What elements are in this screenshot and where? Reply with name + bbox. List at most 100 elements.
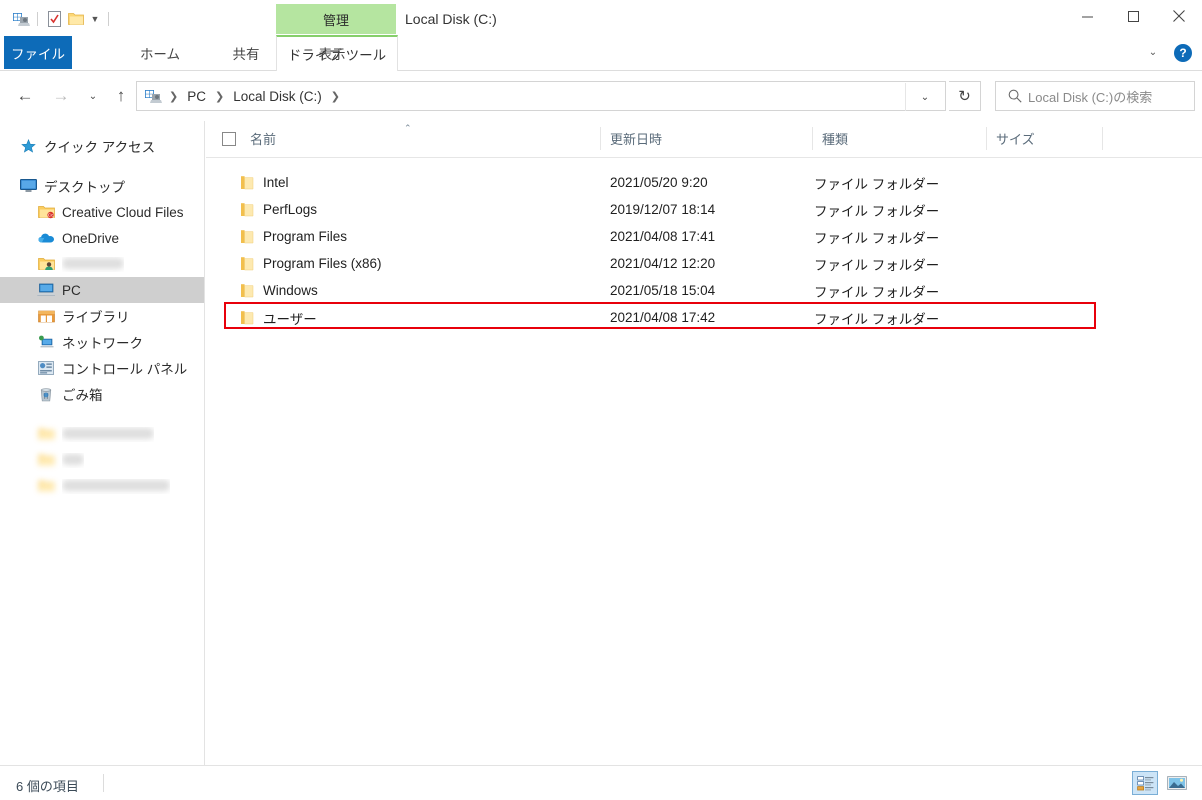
navigation-pane[interactable]: クイック アクセス デスクトップ Cc Creative Cloud Files xyxy=(0,121,205,765)
column-header-size[interactable]: サイズ xyxy=(986,121,1102,156)
select-all-checkbox[interactable] xyxy=(222,132,236,146)
sidebar-item-label xyxy=(62,257,124,272)
new-folder-icon[interactable] xyxy=(65,9,87,29)
table-row[interactable]: Intel 2021/05/20 9:20 ファイル フォルダー xyxy=(206,169,1202,196)
details-view-icon[interactable] xyxy=(1132,771,1158,795)
sidebar-item-label: コントロール パネル xyxy=(62,362,188,377)
column-header-date-modified[interactable]: 更新日時 xyxy=(600,121,812,156)
file-type-cell: ファイル フォルダー xyxy=(814,230,940,246)
folder-icon xyxy=(240,310,254,325)
pc-icon xyxy=(36,280,56,300)
sidebar-item-redacted-2[interactable] xyxy=(0,447,204,473)
file-type-cell: ファイル フォルダー xyxy=(814,176,940,192)
file-name-text: ユーザー xyxy=(263,311,317,327)
breadcrumb-local-disk[interactable]: Local Disk (C:) xyxy=(231,89,324,104)
creative-cloud-folder-icon: Cc xyxy=(36,202,56,222)
folder-icon xyxy=(240,256,254,271)
sidebar-item-control-panel[interactable]: コントロール パネル xyxy=(0,355,204,381)
table-row[interactable]: PerfLogs 2019/12/07 18:14 ファイル フォルダー xyxy=(206,196,1202,223)
forward-button[interactable]: → xyxy=(48,83,74,109)
tab-home[interactable]: ホーム xyxy=(132,36,188,69)
search-input[interactable]: Local Disk (C:)の検索 xyxy=(995,81,1195,111)
file-type-cell: ファイル フォルダー xyxy=(814,257,940,273)
properties-icon[interactable] xyxy=(43,9,65,29)
file-name-cell[interactable]: PerfLogs xyxy=(240,202,317,217)
file-name-cell[interactable]: Intel xyxy=(240,175,289,190)
ribbon-right-controls: ⌄ ? xyxy=(1142,36,1198,69)
file-name-cell[interactable]: Windows xyxy=(240,283,318,298)
breadcrumb-separator-1[interactable]: ❯ xyxy=(208,90,231,103)
thumbnail-view-icon[interactable] xyxy=(1164,771,1190,795)
refresh-button[interactable]: ↻ xyxy=(949,81,981,111)
qat-separator xyxy=(37,12,38,26)
back-button[interactable]: ← xyxy=(12,83,38,109)
sidebar-item-onedrive[interactable]: OneDrive xyxy=(0,225,204,251)
qat-customize-caret[interactable]: ▼ xyxy=(87,9,103,29)
breadcrumb-separator-0[interactable]: ❯ xyxy=(162,90,185,103)
column-header-type[interactable]: 種類 xyxy=(812,121,986,156)
quick-access-toolbar: ▼ xyxy=(10,8,114,30)
folder-icon xyxy=(240,202,254,217)
control-panel-icon xyxy=(36,358,56,378)
star-icon xyxy=(18,136,38,156)
status-bar: 6 個の項目 xyxy=(0,765,1202,800)
window-title: Local Disk (C:) xyxy=(405,11,497,27)
column-divider-4[interactable] xyxy=(1102,127,1103,150)
sidebar-item-desktop[interactable]: デスクトップ xyxy=(0,173,204,199)
close-button[interactable] xyxy=(1156,0,1202,32)
sidebar-item-redacted-user[interactable] xyxy=(0,251,204,277)
column-header-row: ⌃ 名前 更新日時 種類 サイズ xyxy=(206,121,1202,158)
sidebar-item-creative-cloud-files[interactable]: Cc Creative Cloud Files xyxy=(0,199,204,225)
breadcrumb-pc[interactable]: PC xyxy=(185,89,208,104)
sidebar-item-network[interactable]: ネットワーク xyxy=(0,329,204,355)
sidebar-item-libraries[interactable]: ライブラリ xyxy=(0,303,204,329)
pc-icon[interactable] xyxy=(10,9,32,29)
file-name-cell[interactable]: ユーザー xyxy=(240,308,317,328)
network-icon xyxy=(36,332,56,352)
recycle-bin-icon xyxy=(36,384,56,404)
chevron-down-icon[interactable]: ⌄ xyxy=(1142,42,1164,64)
file-date-cell: 2021/04/12 12:20 xyxy=(610,256,716,271)
address-input[interactable]: ❯ PC ❯ Local Disk (C:) ❯ ⌄ xyxy=(136,81,946,111)
column-header-name[interactable]: 名前 xyxy=(240,121,600,156)
table-row[interactable]: ユーザー 2021/04/08 17:42 ファイル フォルダー xyxy=(206,304,1202,331)
table-row[interactable]: Windows 2021/05/18 15:04 ファイル フォルダー xyxy=(206,277,1202,304)
breadcrumb-separator-2[interactable]: ❯ xyxy=(324,90,347,103)
onedrive-icon xyxy=(36,228,56,248)
file-name-text: Program Files xyxy=(263,229,348,244)
sidebar-item-recycle-bin[interactable]: ごみ箱 xyxy=(0,381,204,407)
sidebar-item-label: ネットワーク xyxy=(62,336,143,351)
file-type-cell: ファイル フォルダー xyxy=(814,311,940,327)
library-icon xyxy=(36,306,56,326)
minimize-button[interactable] xyxy=(1064,0,1110,32)
table-row[interactable]: Program Files (x86) 2021/04/12 12:20 ファイ… xyxy=(206,250,1202,277)
folder-icon xyxy=(240,229,254,244)
sidebar-item-redacted-3[interactable] xyxy=(0,473,204,499)
help-icon[interactable]: ? xyxy=(1174,43,1192,62)
desktop-icon xyxy=(18,176,38,196)
file-name-cell[interactable]: Program Files xyxy=(240,229,347,244)
table-row[interactable]: Program Files 2021/04/08 17:41 ファイル フォルダ… xyxy=(206,223,1202,250)
maximize-button[interactable] xyxy=(1110,0,1156,32)
folder-icon xyxy=(36,424,56,444)
contextual-tool-header: 管理 xyxy=(276,4,396,34)
title-bar: ▼ 管理 Local Disk (C:) xyxy=(0,0,1202,36)
tab-file[interactable]: ファイル xyxy=(4,36,72,69)
sidebar-item-redacted-1[interactable] xyxy=(0,421,204,447)
sidebar-item-pc[interactable]: PC xyxy=(0,277,204,303)
folder-icon xyxy=(36,450,56,470)
address-dropdown-caret[interactable]: ⌄ xyxy=(905,83,944,111)
file-name-cell[interactable]: Program Files (x86) xyxy=(240,256,382,271)
recent-locations-button[interactable]: ⌄ xyxy=(80,83,106,109)
qat-separator-2 xyxy=(108,12,109,26)
svg-text:Cc: Cc xyxy=(47,213,53,218)
file-date-cell: 2021/05/20 9:20 xyxy=(610,175,708,190)
pc-icon xyxy=(145,89,162,104)
tab-view[interactable]: 表示 xyxy=(304,36,360,69)
sidebar-item-quick-access[interactable]: クイック アクセス xyxy=(0,133,204,159)
tab-share[interactable]: 共有 xyxy=(218,36,274,69)
sidebar-item-label xyxy=(62,479,170,494)
file-list-pane[interactable]: ⌃ 名前 更新日時 種類 サイズ Intel 2021/05/20 9:20 フ… xyxy=(206,121,1202,765)
up-button[interactable]: ↑ xyxy=(108,83,134,109)
item-count-label: 6 個の項目 xyxy=(16,779,79,794)
